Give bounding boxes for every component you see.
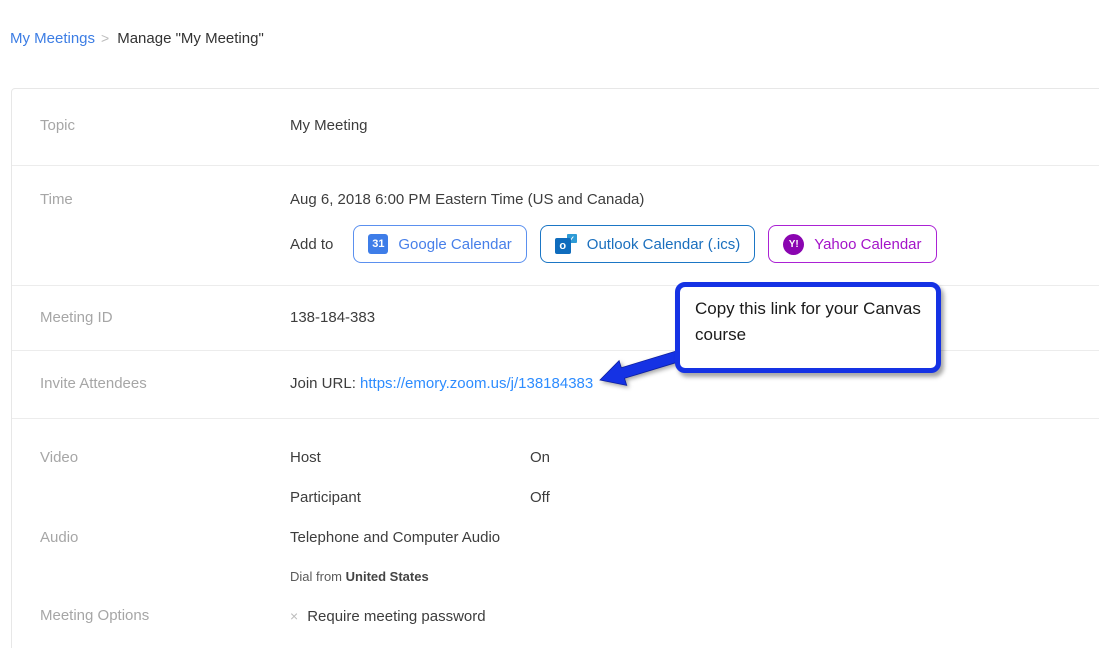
- join-url-prefix: Join URL:: [290, 375, 360, 392]
- breadcrumb-separator: >: [101, 30, 109, 46]
- dial-from-country: United States: [346, 569, 429, 584]
- annotation-callout: Copy this link for your Canvas course: [675, 282, 941, 373]
- breadcrumb-my-meetings-link[interactable]: My Meetings: [10, 30, 95, 47]
- add-to-label: Add to: [290, 236, 333, 253]
- audio-label: Audio: [40, 528, 290, 548]
- video-label: Video: [40, 448, 290, 468]
- join-url-link[interactable]: https://emory.zoom.us/j/138184383: [360, 375, 593, 392]
- meeting-id-label: Meeting ID: [40, 308, 290, 328]
- invite-attendees-label: Invite Attendees: [40, 374, 290, 394]
- audio-row: Audio Telephone and Computer Audio: [40, 528, 1099, 548]
- meeting-options-label: Meeting Options: [40, 606, 290, 627]
- dial-from-row: Dial from United States: [40, 568, 1099, 586]
- time-value: Aug 6, 2018 6:00 PM Eastern Time (US and…: [290, 190, 950, 210]
- yahoo-calendar-button-label: Yahoo Calendar: [814, 236, 921, 253]
- video-host-row: Video Host On: [40, 448, 1099, 468]
- yahoo-calendar-icon: Y!: [783, 234, 804, 255]
- meeting-options-row: Meeting Options × Require meeting passwor…: [40, 606, 1099, 627]
- video-participant-label: Participant: [290, 488, 530, 508]
- outlook-calendar-icon: ✓ o: [555, 234, 577, 254]
- time-label: Time: [40, 190, 290, 263]
- page-title: Manage "My Meeting": [117, 30, 264, 47]
- option-disabled-x-icon: ×: [290, 608, 298, 624]
- add-to-calendar-line: Add to 31 Google Calendar ✓ o Outlook Ca…: [290, 225, 950, 263]
- google-calendar-icon: 31: [368, 234, 388, 254]
- time-row: Time Aug 6, 2018 6:00 PM Eastern Time (U…: [12, 166, 1099, 286]
- topic-value: My Meeting: [290, 116, 368, 136]
- video-participant-value: Off: [530, 488, 550, 508]
- dial-from-prefix: Dial from: [290, 569, 346, 584]
- topic-row: Topic My Meeting: [12, 89, 1099, 166]
- video-host-label: Host: [290, 448, 530, 468]
- meeting-id-value: 138-184-383: [290, 308, 375, 328]
- yahoo-calendar-button[interactable]: Y! Yahoo Calendar: [768, 225, 936, 263]
- outlook-calendar-button[interactable]: ✓ o Outlook Calendar (.ics): [540, 225, 755, 263]
- audio-value: Telephone and Computer Audio: [290, 528, 500, 548]
- settings-section: Video Host On Participant Off Audio Tele…: [12, 419, 1099, 648]
- breadcrumb: My Meetings > Manage "My Meeting": [10, 28, 1099, 49]
- topic-label: Topic: [40, 116, 290, 136]
- outlook-calendar-button-label: Outlook Calendar (.ics): [587, 236, 740, 253]
- video-host-value: On: [530, 448, 550, 468]
- video-participant-row: Participant Off: [40, 488, 1099, 508]
- require-password-option-label: Require meeting password: [307, 608, 485, 625]
- annotation-callout-text: Copy this link for your Canvas course: [695, 299, 921, 344]
- google-calendar-button[interactable]: 31 Google Calendar: [353, 225, 526, 263]
- google-calendar-button-label: Google Calendar: [398, 236, 511, 253]
